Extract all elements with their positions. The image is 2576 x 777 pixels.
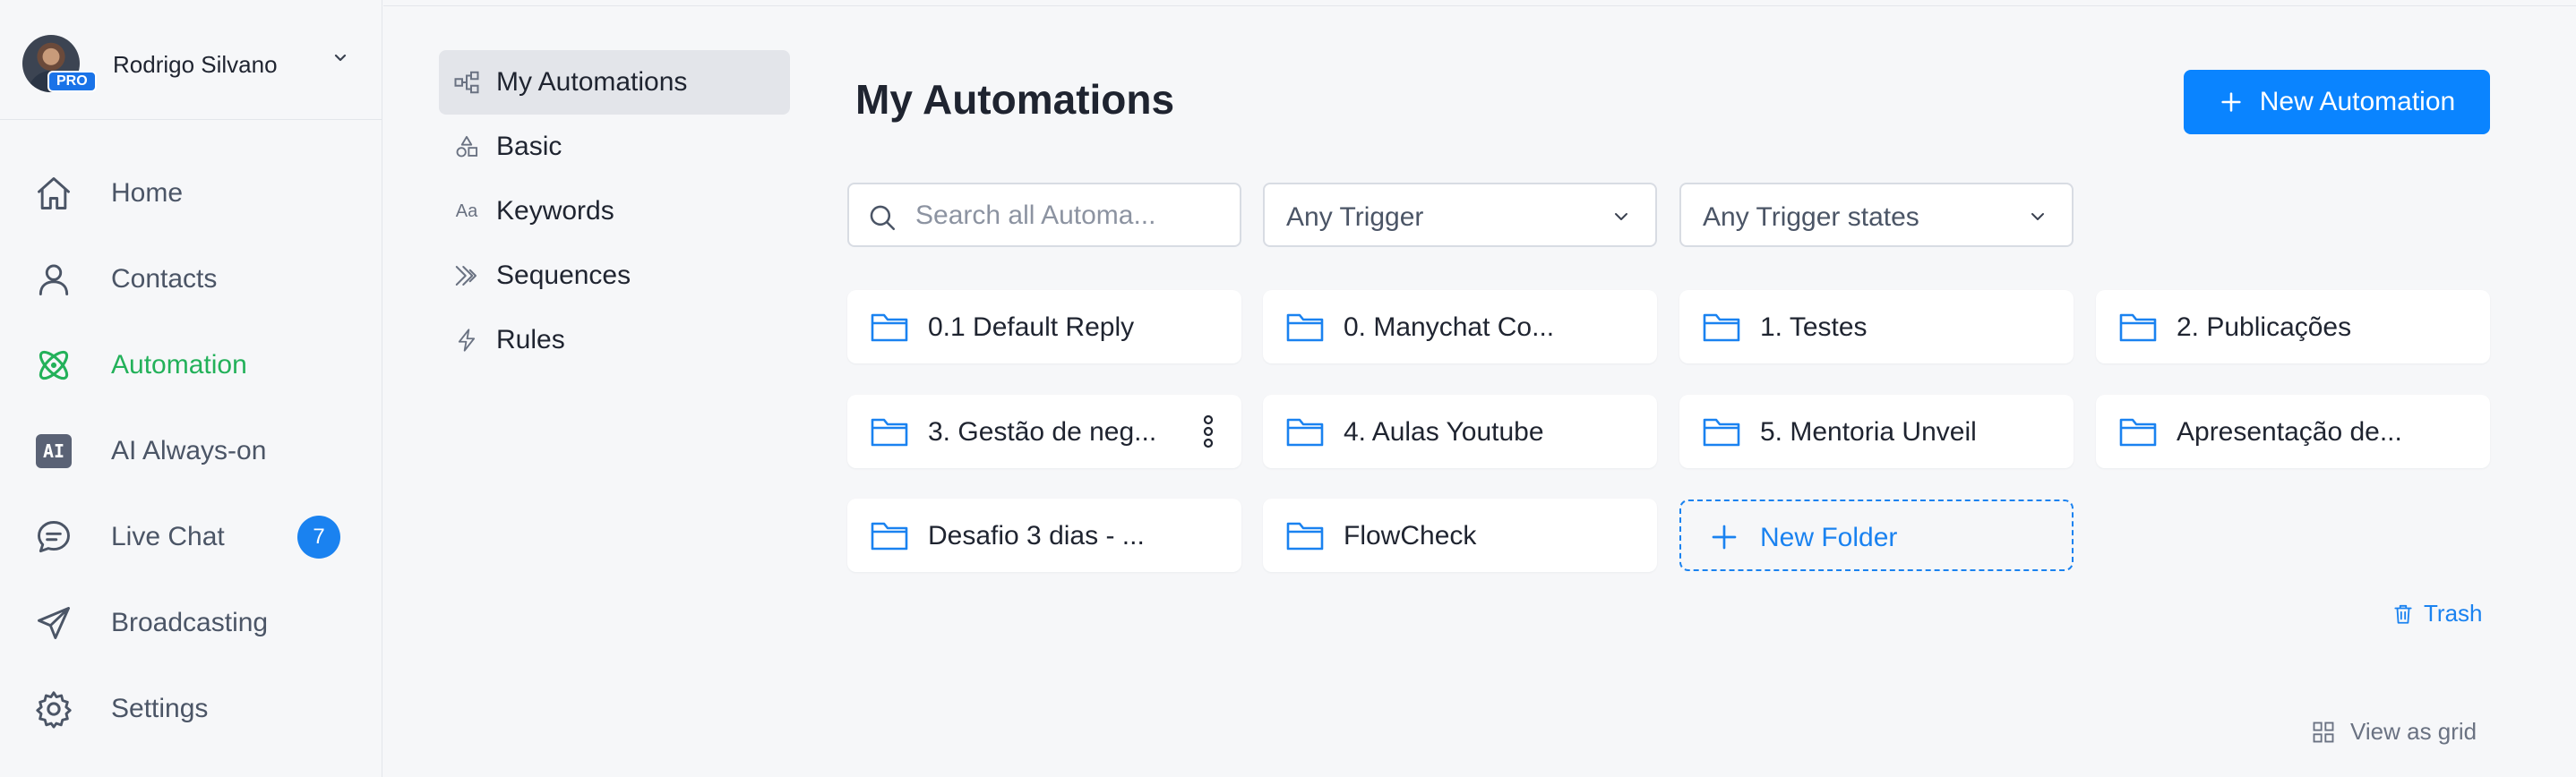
folder-name: FlowCheck	[1344, 521, 1477, 551]
folder-icon	[871, 522, 908, 551]
subnav-item-my-automations[interactable]: My Automations	[439, 50, 790, 115]
folder-card[interactable]: 4. Aulas Youtube	[1263, 395, 1657, 468]
home-icon	[32, 172, 75, 215]
sidebar-item-label: Broadcasting	[111, 608, 269, 637]
new-folder-button[interactable]: New Folder	[1679, 500, 2074, 571]
folder-name: 1. Testes	[1760, 312, 1868, 342]
folder-name: Desafio 3 dias - ...	[928, 521, 1145, 551]
profile-name: Rodrigo Silvano	[113, 51, 278, 78]
plus-icon	[2221, 92, 2241, 112]
grid-icon	[2313, 722, 2334, 742]
folder-name: Apresentação de...	[2177, 417, 2402, 447]
sidebar-item-label: Contacts	[111, 264, 218, 294]
new-automation-label: New Automation	[2259, 87, 2456, 116]
subnav-item-rules[interactable]: Rules	[439, 308, 790, 372]
shapes-icon	[453, 133, 480, 160]
subnav-item-label: Basic	[496, 132, 562, 161]
text-icon: Aa	[455, 201, 478, 221]
main-sidebar: PRO Rodrigo Silvano Home Contacts Automa…	[0, 0, 382, 777]
new-automation-button[interactable]: New Automation	[2184, 70, 2490, 134]
sidebar-item-home[interactable]: Home	[0, 161, 382, 226]
subnav-item-sequences[interactable]: Sequences	[439, 243, 790, 308]
folder-icon	[2119, 418, 2157, 447]
bolt-icon	[453, 327, 480, 354]
folder-card[interactable]: 0.1 Default Reply	[847, 290, 1241, 363]
trigger-filter-value: Any Trigger	[1286, 202, 1424, 232]
sidebar-item-contacts[interactable]: Contacts	[0, 247, 382, 312]
folder-icon	[1703, 418, 1740, 447]
folder-card[interactable]: 1. Testes	[1679, 290, 2074, 363]
chat-icon	[32, 516, 75, 559]
top-divider	[383, 5, 2576, 6]
chevron-down-icon	[1615, 213, 1627, 220]
subnav-item-basic[interactable]: Basic	[439, 115, 790, 179]
folder-icon	[871, 418, 908, 447]
trigger-state-filter-value: Any Trigger states	[1703, 202, 1919, 232]
folder-icon	[2119, 313, 2157, 342]
chevron-down-icon[interactable]	[330, 47, 351, 68]
subnav-item-label: Keywords	[496, 196, 614, 226]
subnav-item-label: Sequences	[496, 260, 631, 290]
folder-icon	[871, 313, 908, 342]
trash-link[interactable]: Trash	[2391, 600, 2483, 628]
folder-name: 0.1 Default Reply	[928, 312, 1135, 342]
folder-name: 3. Gestão de neg...	[928, 417, 1157, 447]
folder-icon	[1286, 313, 1324, 342]
profile-switcher[interactable]: PRO Rodrigo Silvano	[0, 0, 382, 120]
folder-card[interactable]: 2. Publicações	[2096, 290, 2490, 363]
subnav-item-label: My Automations	[496, 67, 688, 97]
trash-label: Trash	[2424, 600, 2483, 627]
sidebar-item-settings[interactable]: Settings	[0, 677, 382, 741]
sequence-icon	[453, 262, 480, 289]
folder-icon	[1703, 313, 1740, 342]
page-title: My Automations	[855, 76, 1175, 123]
sidebar-item-label: Home	[111, 178, 184, 208]
gear-icon	[32, 687, 75, 730]
app-root: PRO Rodrigo Silvano Home Contacts Automa…	[0, 0, 2576, 777]
search-icon	[870, 205, 896, 231]
flow-icon	[453, 69, 480, 96]
ai-icon: AI	[32, 430, 75, 473]
new-folder-label: New Folder	[1760, 523, 1898, 552]
atom-icon	[32, 344, 75, 387]
trigger-state-filter-select[interactable]: Any Trigger states	[1679, 183, 2074, 247]
folder-icon	[1286, 522, 1324, 551]
view-as-grid-toggle[interactable]: View as grid	[2311, 718, 2477, 746]
sidebar-item-ai-always-on[interactable]: AI AI Always-on	[0, 419, 382, 483]
sidebar-item-broadcasting[interactable]: Broadcasting	[0, 591, 382, 655]
folder-name: 2. Publicações	[2177, 312, 2352, 342]
pro-badge: PRO	[47, 71, 97, 92]
folder-name: 5. Mentoria Unveil	[1760, 417, 1977, 447]
sidebar-item-label: AI Always-on	[111, 436, 267, 465]
chevron-down-icon	[2031, 213, 2044, 220]
plus-icon	[1712, 525, 1737, 550]
sidebar-item-label: Automation	[111, 350, 247, 380]
sidebar-item-label: Settings	[111, 694, 209, 723]
sidebar-item-automation[interactable]: Automation	[0, 333, 382, 397]
view-as-grid-label: View as grid	[2350, 718, 2477, 745]
trash-icon	[2394, 604, 2412, 624]
folder-icon	[1286, 418, 1324, 447]
folder-card[interactable]: 0. Manychat Co...	[1263, 290, 1657, 363]
more-options-icon[interactable]	[1202, 414, 1215, 448]
search-box	[847, 183, 1241, 247]
subnav-item-keywords[interactable]: Aa Keywords	[439, 179, 790, 243]
subnav-item-label: Rules	[496, 325, 565, 354]
trigger-filter-select[interactable]: Any Trigger	[1263, 183, 1657, 247]
folder-card[interactable]: 5. Mentoria Unveil	[1679, 395, 2074, 468]
folder-card[interactable]: Desafio 3 dias - ...	[847, 499, 1241, 572]
search-input[interactable]	[914, 197, 1227, 235]
sidebar-item-label: Live Chat	[111, 522, 225, 551]
folder-card[interactable]: Apresentação de...	[2096, 395, 2490, 468]
folder-name: 4. Aulas Youtube	[1344, 417, 1544, 447]
send-icon	[32, 602, 75, 645]
folder-name: 0. Manychat Co...	[1344, 312, 1555, 342]
sidebar-item-live-chat[interactable]: Live Chat 7	[0, 505, 382, 569]
unread-count-badge: 7	[297, 516, 340, 559]
person-icon	[32, 258, 75, 301]
folder-card[interactable]: 3. Gestão de neg...	[847, 395, 1241, 468]
folder-card[interactable]: FlowCheck	[1263, 499, 1657, 572]
